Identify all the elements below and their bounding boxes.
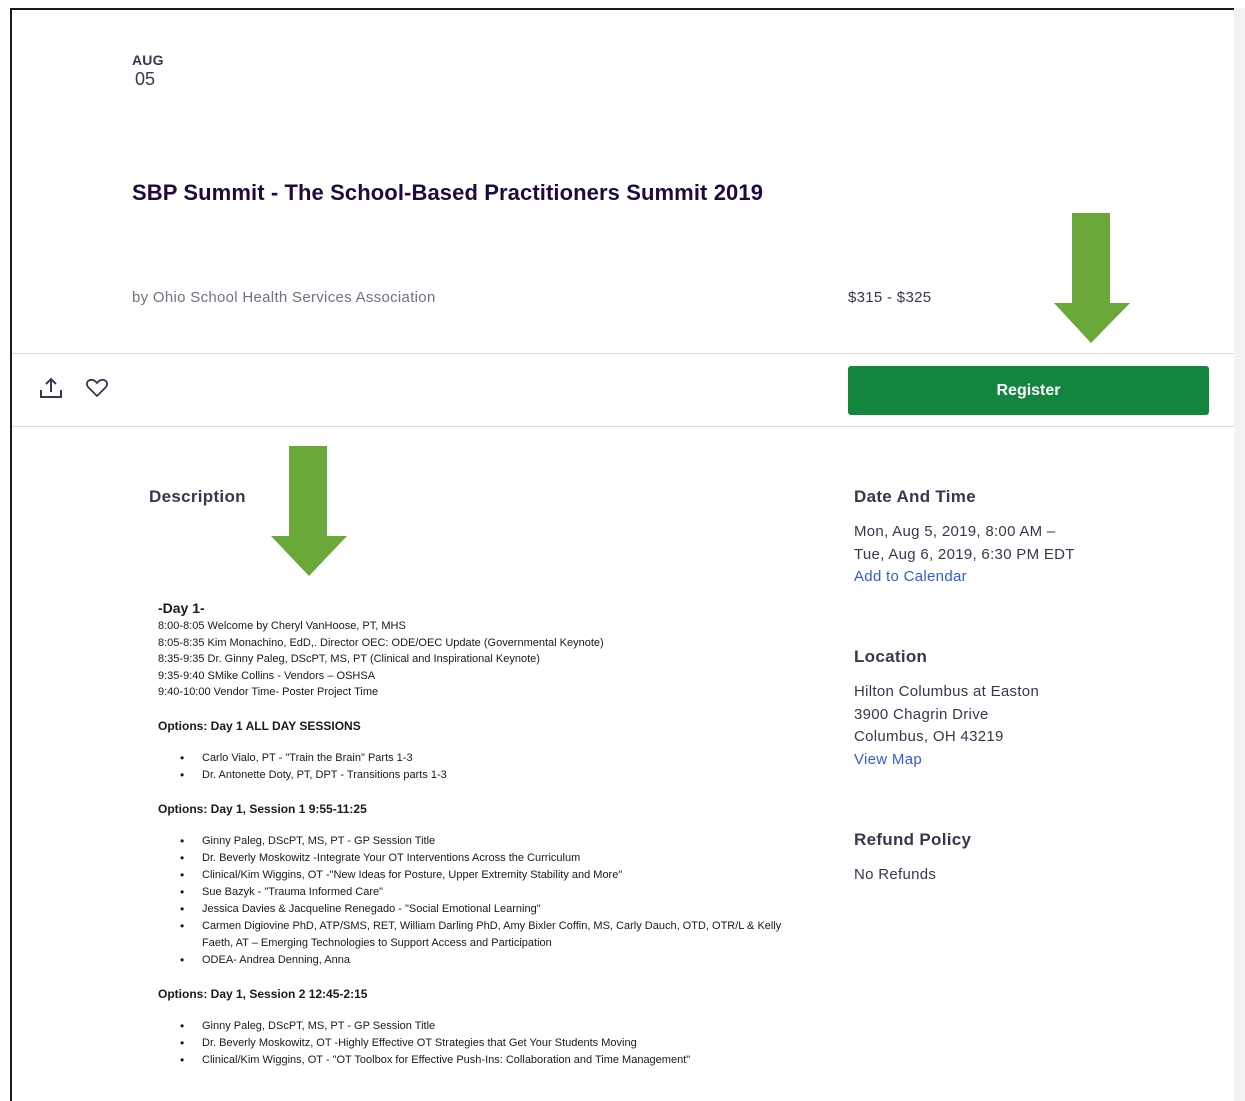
list-item: Dr. Antonette Doty, PT, DPT - Transition… xyxy=(180,767,798,784)
event-day: 05 xyxy=(135,69,156,89)
date-time-heading: Date And Time xyxy=(854,487,976,506)
list-item: ODEA- Andrea Denning, Anna xyxy=(180,952,798,969)
add-to-calendar-link[interactable]: Add to Calendar xyxy=(854,566,1214,589)
options-title: Options: Day 1, Session 2 12:45-2:15 xyxy=(158,986,368,1001)
venue-street: 3900 Chagrin Drive xyxy=(854,705,989,723)
arrow-down-icon xyxy=(271,446,347,576)
options-list: Ginny Paleg, DScPT, MS, PT - GP Session … xyxy=(158,833,798,969)
list-item: Ginny Paleg, DScPT, MS, PT - GP Session … xyxy=(180,833,798,850)
event-date-badge: AUG 05 xyxy=(132,52,164,90)
list-item: Clinical/Kim Wiggins, OT - "OT Toolbox f… xyxy=(180,1052,798,1069)
options-list: Ginny Paleg, DScPT, MS, PT - GP Session … xyxy=(158,1018,798,1069)
list-item: Dr. Beverly Moskowitz, OT -Highly Effect… xyxy=(180,1035,798,1052)
venue-name: Hilton Columbus at Easton xyxy=(854,683,1040,700)
like-button[interactable] xyxy=(83,374,111,402)
refund-text: No Refunds xyxy=(854,866,937,883)
date-time-end: Tue, Aug 6, 2019, 6:30 PM EDT xyxy=(854,545,1075,563)
description-body: -Day 1- 8:00-8:05 Welcome by Cheryl VanH… xyxy=(158,600,798,1069)
list-item: Clinical/Kim Wiggins, OT -"New Ideas for… xyxy=(180,867,798,884)
date-time-section: Date And Time Mon, Aug 5, 2019, 8:00 AM … xyxy=(854,487,1214,589)
schedule-line: 8:05-8:35 Kim Monachino, EdD,. Director … xyxy=(158,636,604,649)
schedule-line: 9:40-10:00 Vendor Time- Poster Project T… xyxy=(158,686,379,699)
event-organizer[interactable]: by Ohio School Health Services Associati… xyxy=(132,289,436,306)
schedule-line: 8:00-8:05 Welcome by Cheryl VanHoose, PT… xyxy=(158,620,406,632)
refund-section: Refund Policy No Refunds xyxy=(854,830,1214,887)
register-button[interactable]: Register xyxy=(848,366,1209,415)
list-item: Carlo Vialo, PT - "Train the Brain" Part… xyxy=(180,750,798,767)
date-time-start: Mon, Aug 5, 2019, 8:00 AM – xyxy=(854,523,1056,540)
day-title: -Day 1- xyxy=(158,600,205,616)
venue-city: Columbus, OH 43219 xyxy=(854,728,1004,745)
divider xyxy=(12,353,1234,354)
event-price: $315 - $325 xyxy=(848,289,932,306)
schedule-line: 8:35-9:35 Dr. Ginny Paleg, DScPT, MS, PT… xyxy=(158,653,540,666)
location-heading: Location xyxy=(854,647,928,666)
options-title: Options: Day 1, Session 1 9:55-11:25 xyxy=(158,801,367,816)
list-item: Jessica Davies & Jacqueline Renegado - "… xyxy=(180,901,798,918)
event-month: AUG xyxy=(132,52,164,68)
refund-heading: Refund Policy xyxy=(854,830,972,849)
schedule-line: 9:35-9:40 SMike Collins - Vendors – OSHS… xyxy=(158,669,376,682)
list-item: Dr. Beverly Moskowitz -Integrate Your OT… xyxy=(180,850,798,867)
arrow-down-icon xyxy=(1054,213,1130,343)
description-heading: Description xyxy=(149,487,246,506)
heart-icon xyxy=(86,378,108,398)
view-map-link[interactable]: View Map xyxy=(854,749,1214,772)
share-icon xyxy=(40,377,62,398)
share-button[interactable] xyxy=(37,374,65,402)
event-title: SBP Summit - The School-Based Practition… xyxy=(132,180,764,205)
list-item: Carmen Digiovine PhD, ATP/SMS, RET, Will… xyxy=(180,918,798,952)
options-title: Options: Day 1 ALL DAY SESSIONS xyxy=(158,718,361,733)
scrollbar-track[interactable] xyxy=(1234,8,1245,1101)
options-list: Carlo Vialo, PT - "Train the Brain" Part… xyxy=(158,750,798,784)
divider xyxy=(12,426,1234,427)
list-item: Sue Bazyk - "Trauma Informed Care" xyxy=(180,884,798,901)
list-item: Ginny Paleg, DScPT, MS, PT - GP Session … xyxy=(180,1018,798,1035)
location-section: Location Hilton Columbus at Easton 3900 … xyxy=(854,647,1214,771)
